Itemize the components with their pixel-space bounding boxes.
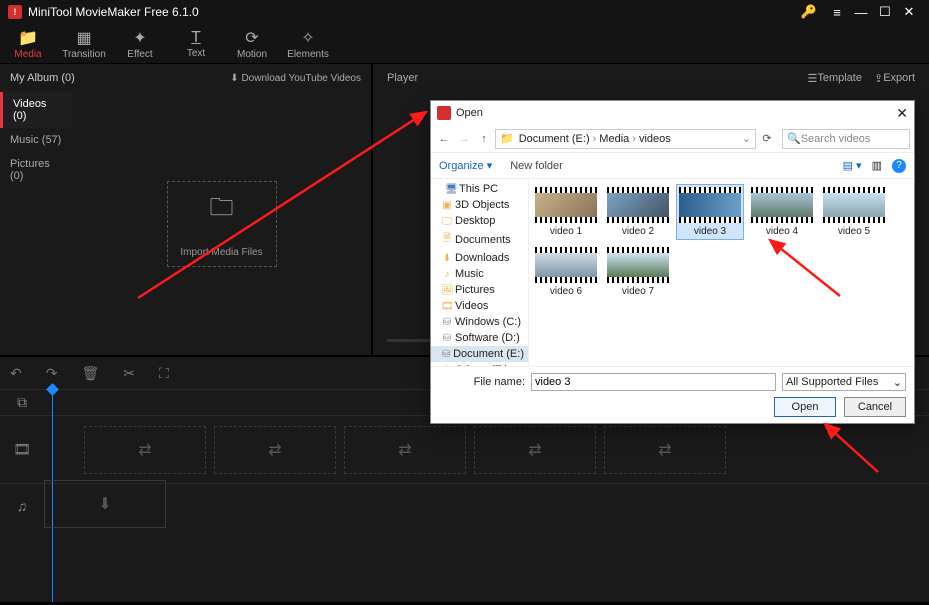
tree-node[interactable]: ♪Music xyxy=(431,266,528,282)
cut-button[interactable]: ✂ xyxy=(123,365,135,382)
main-toolbar: 📁Media ▦Transition ✦Effect T̲Text ⟳Motio… xyxy=(0,24,929,64)
tab-motion[interactable]: ⟳Motion xyxy=(224,24,280,63)
file-thumb[interactable]: video 3 xyxy=(677,185,743,239)
open-dialog: Open ✕ ← → ↑ 📁 Document (E:)› Media› vid… xyxy=(430,100,915,424)
download-youtube-link[interactable]: Download YouTube Videos xyxy=(230,73,361,84)
open-button[interactable]: Open xyxy=(774,397,836,417)
filename-input[interactable] xyxy=(531,373,776,391)
tree-node[interactable]: ⛁Software (D:) xyxy=(431,330,528,346)
sidebar-item-music[interactable]: Music (57) xyxy=(0,128,72,152)
timeline-slot[interactable]: ⇄ xyxy=(344,426,466,474)
close-button[interactable]: ✕ xyxy=(897,4,921,20)
elements-icon: ✧ xyxy=(301,28,314,48)
delete-button[interactable]: 🗑 xyxy=(81,365,99,382)
nav-fwd-button[interactable]: → xyxy=(455,133,473,145)
sidebar-item-pictures[interactable]: Pictures (0) xyxy=(0,152,72,188)
motion-icon: ⟳ xyxy=(245,28,258,48)
tree-node[interactable]: 🖼Pictures xyxy=(431,282,528,298)
file-thumb[interactable]: video 2 xyxy=(605,185,671,239)
preview-pane-button[interactable]: ▥ xyxy=(872,159,882,172)
tab-effect[interactable]: ✦Effect xyxy=(112,24,168,63)
video-lane-icon: 🎞 xyxy=(0,416,44,483)
file-list[interactable]: video 1video 2video 3video 4video 5 video… xyxy=(529,179,914,366)
crop-button[interactable]: ⛶ xyxy=(159,365,169,382)
audio-lane-icon: ♫ xyxy=(0,484,44,527)
tab-transition[interactable]: ▦Transition xyxy=(56,24,112,63)
text-icon: T̲ xyxy=(191,29,201,47)
player-title: Player xyxy=(387,72,418,84)
app-title: MiniTool MovieMaker Free 6.1.0 xyxy=(28,5,797,19)
file-thumb[interactable]: video 6 xyxy=(533,245,599,299)
tree-node[interactable]: ▣3D Objects xyxy=(431,197,528,213)
dialog-title: Open xyxy=(456,107,483,119)
maximize-button[interactable]: ☐ xyxy=(873,4,897,20)
breadcrumb[interactable]: 📁 Document (E:)› Media› videos ⌄ xyxy=(495,129,756,149)
file-thumb[interactable]: video 1 xyxy=(533,185,599,239)
cancel-button[interactable]: Cancel xyxy=(844,397,906,417)
export-button[interactable]: ⇪ Export xyxy=(874,72,915,85)
timeline-slot[interactable]: ⇄ xyxy=(214,426,336,474)
album-title: My Album (0) xyxy=(10,72,75,84)
dialog-close-button[interactable]: ✕ xyxy=(896,105,908,122)
titlebar: ! MiniTool MovieMaker Free 6.1.0 🔑 ≡ — ☐… xyxy=(0,0,929,24)
overlay-lane-icon: ⧉ xyxy=(0,390,44,415)
dialog-logo xyxy=(437,106,451,120)
video-lane[interactable]: ⬇ ⇄ ⇄ ⇄ ⇄ ⇄ xyxy=(44,416,929,483)
view-menu[interactable]: ▤ ▾ xyxy=(843,159,862,172)
help-button[interactable]: ? xyxy=(892,159,906,173)
file-thumb[interactable]: video 4 xyxy=(749,185,815,239)
file-thumb[interactable]: video 7 xyxy=(605,245,671,299)
folder-tree[interactable]: 🖥This PC▣3D Objects🖵Desktop🗎Documents⬇Do… xyxy=(431,179,529,366)
menu-icon[interactable]: ≡ xyxy=(825,5,849,20)
effect-icon: ✦ xyxy=(133,28,146,48)
organize-menu[interactable]: Organize xyxy=(439,159,492,172)
sidebar-item-videos[interactable]: Videos (0) xyxy=(0,92,72,128)
new-folder-button[interactable]: New folder xyxy=(510,160,563,172)
media-panel: My Album (0) Download YouTube Videos Vid… xyxy=(0,64,373,355)
app-logo: ! xyxy=(8,5,22,19)
nav-up-button[interactable]: ↑ xyxy=(475,133,493,145)
transition-icon: ▦ xyxy=(76,28,91,48)
tree-node[interactable]: 🖥This PC xyxy=(431,181,528,197)
tree-node[interactable]: 🗎Documents xyxy=(431,229,528,250)
minimize-button[interactable]: — xyxy=(849,5,873,20)
tree-node[interactable]: 🖵Desktop xyxy=(431,213,528,229)
tree-node[interactable]: ⛁Document (E:) xyxy=(431,346,528,362)
folder-icon: 📁 xyxy=(500,132,514,145)
undo-button[interactable]: ↶ xyxy=(10,365,22,382)
timeline-slot[interactable]: ⇄ xyxy=(604,426,726,474)
license-key-icon[interactable]: 🔑 xyxy=(797,4,821,20)
album-header: My Album (0) Download YouTube Videos xyxy=(0,64,371,92)
audio-lane[interactable] xyxy=(44,484,929,527)
tab-text[interactable]: T̲Text xyxy=(168,24,224,63)
file-thumb[interactable]: video 5 xyxy=(821,185,887,239)
template-button[interactable]: ☰ Template xyxy=(807,72,862,85)
tab-elements[interactable]: ✧Elements xyxy=(280,24,336,63)
refresh-button[interactable]: ⟳ xyxy=(758,132,776,145)
filename-label: File name: xyxy=(439,376,525,388)
import-media-button[interactable]: 🗀 Import Media Files xyxy=(167,181,277,267)
tree-node[interactable]: ⬇Downloads xyxy=(431,250,528,266)
tree-node[interactable]: 🎞Videos xyxy=(431,298,528,314)
timeline-slot[interactable]: ⇄ xyxy=(84,426,206,474)
nav-back-button[interactable]: ← xyxy=(435,133,453,145)
tab-media[interactable]: 📁Media xyxy=(0,24,56,63)
tree-node[interactable]: ⛁Windows (C:) xyxy=(431,314,528,330)
timeline-slot[interactable]: ⇄ xyxy=(474,426,596,474)
filetype-filter[interactable]: All Supported Files⌄ xyxy=(782,373,906,391)
redo-button[interactable]: ↷ xyxy=(46,365,58,382)
import-label: Import Media Files xyxy=(180,247,262,258)
search-input[interactable]: 🔍 Search videos xyxy=(782,129,910,149)
folder-icon: 🗀 xyxy=(210,190,234,231)
folder-icon: 📁 xyxy=(18,28,38,48)
